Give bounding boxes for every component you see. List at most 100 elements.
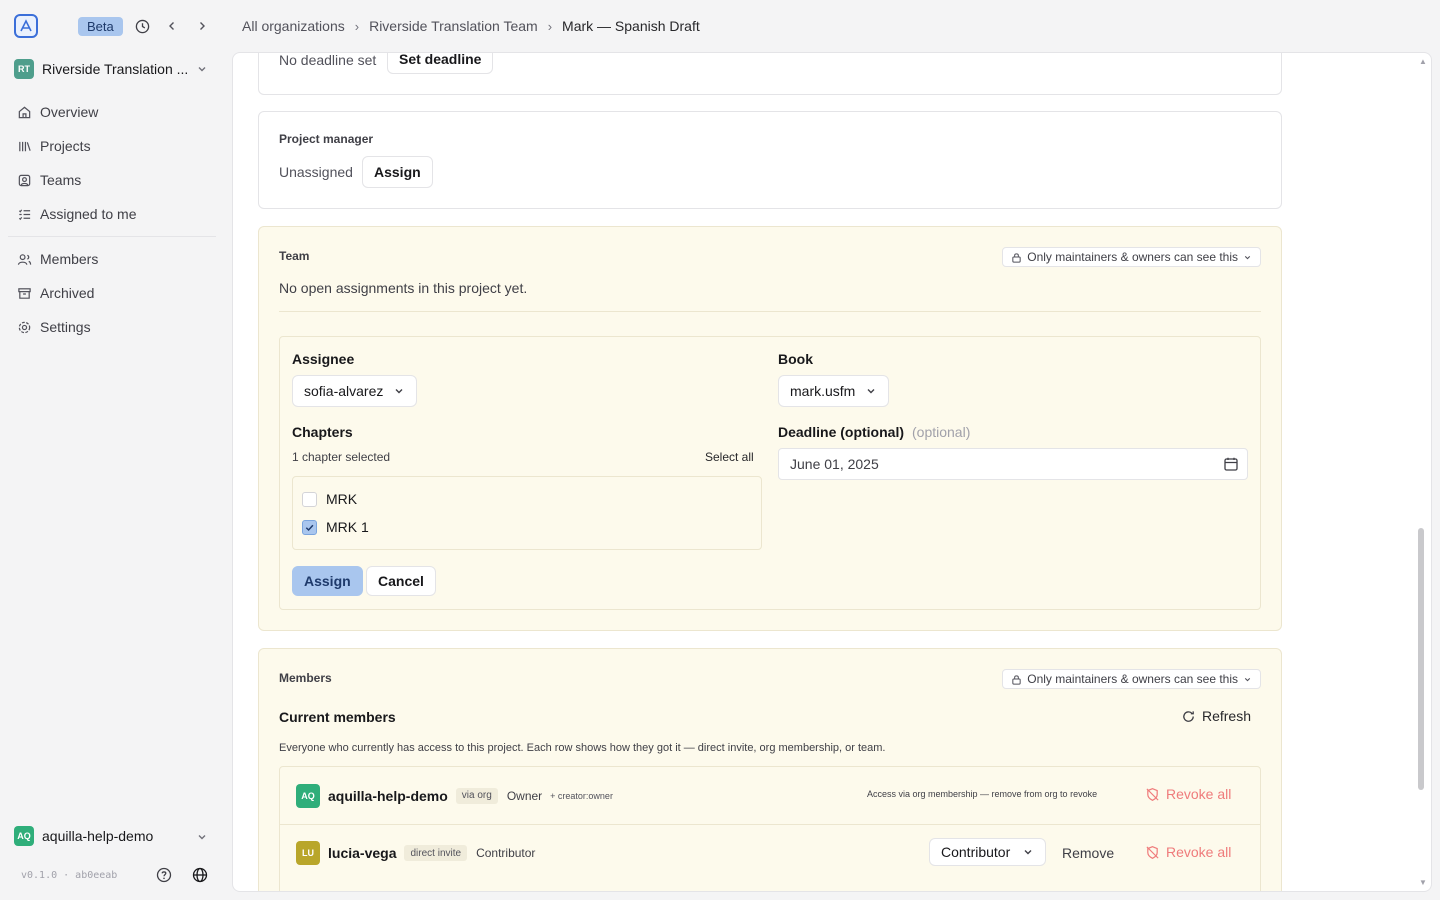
- revoke-all-button[interactable]: Revoke all: [1145, 844, 1231, 860]
- sidebar-item-projects[interactable]: Projects: [8, 129, 216, 163]
- role-select-value: Contributor: [941, 844, 1011, 860]
- breadcrumb-project: Mark — Spanish Draft: [562, 18, 700, 34]
- book-select[interactable]: mark.usfm: [778, 375, 890, 407]
- table-row: AQ aquilla-help-demo via org Owner + cre…: [280, 767, 1260, 824]
- chapter-option-mrk-1[interactable]: MRK 1: [302, 519, 369, 535]
- role-select[interactable]: Contributor: [929, 838, 1047, 866]
- refresh-icon: [1183, 710, 1194, 722]
- members-description: Everyone who currently has access to thi…: [279, 742, 886, 754]
- app-version: v0.1.0 · ab0eeab: [21, 870, 118, 881]
- assignee-select[interactable]: sofia-alvarez: [292, 375, 418, 407]
- refresh-button[interactable]: Refresh: [1181, 708, 1251, 724]
- table-row: LU lucia-vega direct invite Contributor …: [280, 824, 1260, 881]
- member-avatar: LU: [296, 841, 320, 865]
- check-icon: [305, 524, 314, 531]
- member-name: aquilla-help-demo: [328, 787, 448, 804]
- team-divider: [279, 311, 1261, 312]
- scroll-up-arrow[interactable]: ▲: [1419, 57, 1427, 66]
- sidebar-nav-secondary: Members Archived Settings: [8, 242, 216, 344]
- globe-icon[interactable]: [191, 866, 209, 884]
- sidebar-item-label: Archived: [40, 285, 95, 301]
- set-deadline-button[interactable]: Set deadline: [387, 53, 494, 74]
- main-content[interactable]: No deadline set Set deadline Project man…: [232, 52, 1432, 892]
- list-check-icon: [16, 206, 32, 222]
- app-logo-icon[interactable]: [14, 14, 38, 38]
- team-empty-text: No open assignments in this project yet.: [279, 280, 528, 296]
- revoke-all-label: Revoke all: [1166, 844, 1232, 860]
- org-name: Riverside Translation ...: [42, 61, 189, 77]
- visibility-text: Only maintainers & owners can see this: [1027, 250, 1238, 264]
- assign-button[interactable]: Assign: [292, 566, 363, 596]
- sidebar-item-members[interactable]: Members: [8, 242, 216, 276]
- sidebar-item-label: Projects: [40, 138, 91, 154]
- deadline-field-label: Deadline (optional) (optional): [778, 424, 970, 440]
- member-name: lucia-vega: [328, 845, 397, 861]
- visibility-dropdown[interactable]: Only maintainers & owners can see this: [1002, 247, 1261, 267]
- chevron-down-icon: [196, 62, 208, 78]
- chevron-down-icon: [867, 389, 875, 394]
- sidebar-item-label: Settings: [40, 319, 91, 335]
- help-icon[interactable]: [155, 866, 173, 884]
- lock-icon: [1012, 674, 1021, 685]
- sidebar-item-assigned-to-me[interactable]: Assigned to me: [8, 197, 216, 231]
- chevron-down-icon: [1024, 850, 1032, 855]
- chapter-label: MRK 1: [326, 519, 369, 535]
- assign-manager-button[interactable]: Assign: [362, 156, 433, 188]
- user-name: aquilla-help-demo: [42, 828, 154, 844]
- forward-chevron-icon[interactable]: [194, 18, 210, 34]
- breadcrumb-organization[interactable]: Riverside Translation Team: [369, 18, 538, 34]
- breadcrumb: All organizations › Riverside Translatio…: [242, 18, 700, 34]
- access-note: Access via org membership — remove from …: [867, 789, 1098, 799]
- sidebar-item-overview[interactable]: Overview: [8, 95, 216, 129]
- cancel-button[interactable]: Cancel: [366, 566, 436, 596]
- sidebar-item-label: Overview: [40, 104, 99, 120]
- back-chevron-icon[interactable]: [164, 18, 180, 34]
- revoke-all-button[interactable]: Revoke all: [1145, 786, 1231, 802]
- member-extra-role: + creator:owner: [550, 790, 613, 801]
- breadcrumb-all-organizations[interactable]: All organizations: [242, 18, 345, 34]
- chapter-option-mrk[interactable]: MRK: [302, 491, 357, 507]
- checkbox[interactable]: [302, 491, 317, 507]
- library-icon: [16, 138, 32, 154]
- gear-icon: [16, 319, 32, 335]
- archive-icon: [16, 285, 32, 301]
- beta-badge: Beta: [78, 17, 123, 36]
- chevron-down-icon: [395, 389, 403, 394]
- checkbox-checked[interactable]: [302, 519, 317, 535]
- member-avatar: AQ: [296, 783, 320, 808]
- scroll-down-arrow[interactable]: ▼: [1419, 878, 1427, 887]
- access-source-badge: direct invite: [404, 845, 468, 861]
- sidebar-item-label: Teams: [40, 172, 82, 188]
- member-role: Owner: [506, 788, 543, 803]
- deadline-date-input[interactable]: June 01, 2025: [778, 448, 1248, 480]
- user-switcher[interactable]: AQ aquilla-help-demo: [14, 826, 214, 846]
- project-manager-card: Project manager Unassigned Assign: [258, 111, 1282, 209]
- visibility-dropdown[interactable]: Only maintainers & owners can see this: [1002, 669, 1261, 689]
- sidebar-item-teams[interactable]: Teams: [8, 163, 216, 197]
- assignee-value: sofia-alvarez: [304, 383, 384, 399]
- lock-icon: [1012, 252, 1021, 263]
- chevron-down-icon: [196, 830, 208, 846]
- breadcrumb-separator: ›: [354, 18, 360, 34]
- chapters-count: 1 chapter selected: [292, 450, 391, 464]
- book-value: mark.usfm: [790, 383, 856, 399]
- chapters-label: Chapters: [292, 424, 353, 440]
- assignment-form: Assignee sofia-alvarez Book mark.usfm Ch…: [279, 336, 1261, 610]
- shield-off-icon: [1146, 845, 1159, 859]
- calendar-icon[interactable]: [1223, 456, 1239, 475]
- sidebar-item-archived[interactable]: Archived: [8, 276, 216, 310]
- deadline-status: No deadline set: [279, 52, 377, 68]
- select-all-link[interactable]: Select all: [705, 450, 754, 464]
- scrollbar-thumb[interactable]: [1418, 528, 1424, 790]
- deadline-card: No deadline set Set deadline: [258, 52, 1282, 95]
- remove-button[interactable]: Remove: [1062, 845, 1114, 861]
- access-source-badge: via org: [455, 787, 498, 804]
- members-table: AQ aquilla-help-demo via org Owner + cre…: [279, 766, 1261, 891]
- user-avatar: AQ: [14, 826, 34, 846]
- team-label: Team: [279, 249, 310, 263]
- history-icon[interactable]: [134, 18, 150, 34]
- sidebar-item-settings[interactable]: Settings: [8, 310, 216, 344]
- breadcrumb-separator: ›: [547, 18, 553, 34]
- project-manager-status: Unassigned: [279, 164, 353, 180]
- org-switcher[interactable]: RT Riverside Translation ...: [14, 58, 214, 80]
